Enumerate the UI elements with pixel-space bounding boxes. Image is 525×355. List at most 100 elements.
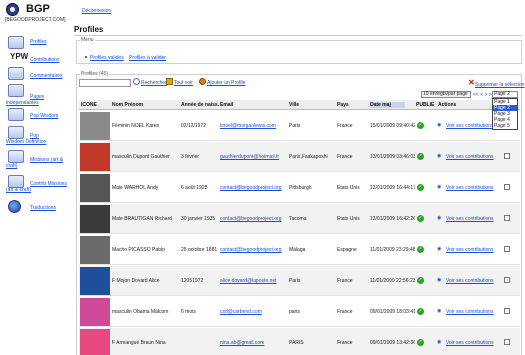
logout-link[interactable]: Déconnexion bbox=[82, 8, 111, 14]
birth-cell: 6 août 1928 bbox=[181, 185, 208, 191]
column-header-sorted[interactable]: Date maj bbox=[370, 102, 405, 108]
search-input[interactable] bbox=[79, 79, 131, 87]
country-cell: Etats Unis bbox=[337, 185, 360, 191]
column-header[interactable]: Année de naiss. bbox=[181, 102, 219, 108]
sidebar-item-label: Missions (art & craft) bbox=[6, 157, 64, 169]
city-cell: Paris,Faakaposhi bbox=[289, 154, 328, 160]
view-contributions-link[interactable]: Voir ses contributions bbox=[446, 123, 494, 129]
menu-item-to-validate[interactable]: Profiles à valider bbox=[129, 55, 166, 61]
delete-icon[interactable]: ✕ bbox=[468, 79, 475, 87]
birth-cell: 12051972 bbox=[181, 278, 204, 284]
email-link[interactable]: alice.dovard@laposte.net bbox=[220, 278, 286, 284]
comments-icon bbox=[8, 67, 24, 80]
country-cell: France bbox=[337, 278, 353, 284]
country-cell: France bbox=[337, 309, 353, 315]
published-check-icon[interactable]: ✓ bbox=[417, 184, 424, 191]
view-contributions-link[interactable]: Voir ses contributions bbox=[446, 247, 494, 253]
published-check-icon[interactable]: ✓ bbox=[417, 246, 424, 253]
birth-cell: 25 octobre 1881 bbox=[181, 247, 218, 253]
email-link[interactable]: contact@begoodproject.org bbox=[220, 247, 286, 253]
view-contributions-link[interactable]: Voir ses contributions bbox=[446, 185, 494, 191]
row-select-checkbox[interactable] bbox=[504, 246, 510, 252]
eye-icon[interactable]: ◉ bbox=[437, 184, 441, 190]
column-header[interactable]: PUBLIE bbox=[416, 102, 434, 108]
eye-icon[interactable]: ◉ bbox=[437, 246, 441, 252]
sidebar-item-label: Contributions bbox=[30, 57, 60, 63]
view-contributions-link[interactable]: Voir ses contributions bbox=[446, 278, 494, 284]
table-row: F Mojon Dovard Alice 12051972 alice.dovard… bbox=[79, 266, 520, 296]
row-select-checkbox[interactable] bbox=[504, 277, 510, 283]
column-header[interactable]: Pays bbox=[337, 102, 349, 108]
row-select-checkbox[interactable] bbox=[504, 153, 510, 159]
column-header[interactable]: ICONE bbox=[81, 102, 97, 108]
profile-thumbnail bbox=[80, 298, 110, 326]
eye-icon[interactable]: ◉ bbox=[437, 308, 441, 314]
add-icon[interactable] bbox=[199, 78, 206, 85]
published-check-icon[interactable]: ✓ bbox=[417, 122, 424, 129]
view-contributions-link[interactable]: Voir ses contributions bbox=[446, 154, 494, 160]
country-cell: France bbox=[337, 123, 353, 129]
globe-icon bbox=[8, 200, 21, 213]
city-cell: Tacoma bbox=[289, 216, 307, 222]
email-link[interactable]: contact@begoodproject.org bbox=[220, 216, 286, 222]
sidebar-item-label: Commentaires bbox=[30, 73, 63, 79]
published-check-icon[interactable]: ✓ bbox=[417, 215, 424, 222]
eye-icon[interactable]: ◉ bbox=[437, 277, 441, 283]
email-link[interactable]: csd@carbend.com bbox=[220, 309, 286, 315]
eye-icon[interactable]: ◉ bbox=[437, 215, 441, 221]
page-select[interactable]: Page 2 bbox=[492, 91, 518, 98]
email-link[interactable]: nina.ab@gmail.com bbox=[220, 340, 286, 346]
email-link[interactable]: contact@begoodproject.org bbox=[220, 185, 286, 191]
profile-thumbnail bbox=[80, 267, 110, 295]
profile-thumbnail bbox=[80, 112, 110, 140]
date-cell: 15/01/2009 09:40:42 bbox=[370, 123, 415, 129]
row-select-checkbox[interactable] bbox=[504, 339, 510, 345]
per-page-select[interactable]: 10 enregts/par page bbox=[421, 91, 471, 98]
birth-cell: 6 mois bbox=[181, 309, 196, 315]
profile-thumbnail bbox=[80, 174, 110, 202]
column-header[interactable]: Ville bbox=[289, 102, 299, 108]
menu-item-validated[interactable]: Profiles validés bbox=[90, 55, 124, 61]
delete-selection-button[interactable]: Supprimer la sélection bbox=[475, 82, 524, 88]
date-cell: 11/01/2009 22:56:23 bbox=[370, 278, 415, 284]
name-cell: Macho PICASSO Pablo bbox=[112, 247, 165, 253]
published-check-icon[interactable]: ✓ bbox=[417, 277, 424, 284]
profile-thumbnail bbox=[80, 236, 110, 264]
name-cell: masculin Dupont Gauthier bbox=[112, 154, 170, 160]
column-header[interactable]: Email bbox=[220, 102, 233, 108]
page-option[interactable]: Page 5 bbox=[493, 123, 517, 129]
brand-logo[interactable]: BGP [BEGOODPROJECT.COM] bbox=[2, 2, 72, 24]
eye-icon[interactable]: ◉ bbox=[437, 339, 441, 345]
sidebar-item-label: Contrib Missions (art & craft) bbox=[6, 181, 67, 193]
table-row: Male WARHOL Andy 6 août 1928 contact@begoo… bbox=[79, 173, 520, 203]
column-header[interactable]: Nom Prénom bbox=[112, 102, 143, 108]
view-contributions-link[interactable]: Voir ses contributions bbox=[446, 309, 494, 315]
name-cell: Male WARHOL Andy bbox=[112, 185, 159, 191]
page-dropdown[interactable]: Page 1 Page 2 Page 3 Page 4 Page 5 bbox=[492, 98, 518, 130]
email-link[interactable]: gauthierdupont@hotmail.fr bbox=[220, 154, 286, 160]
name-cell: Féminin NOEL Karen bbox=[112, 123, 160, 129]
view-contributions-link[interactable]: Voir ses contributions bbox=[446, 216, 494, 222]
column-header[interactable]: Actions bbox=[438, 102, 456, 108]
table-header: ICONE Nom Prénom Année de naiss. Email V… bbox=[79, 100, 520, 110]
eye-icon[interactable]: ◉ bbox=[437, 122, 441, 128]
search-button[interactable]: Rechercher bbox=[141, 80, 167, 86]
view-all-button[interactable]: Tout voir bbox=[174, 80, 193, 86]
row-select-checkbox[interactable] bbox=[504, 184, 510, 190]
view-all-icon[interactable] bbox=[166, 78, 173, 85]
published-check-icon[interactable]: ✓ bbox=[417, 308, 424, 315]
email-link[interactable]: knoel@morganlewis.com bbox=[220, 123, 286, 129]
eye-icon[interactable]: ◉ bbox=[437, 153, 441, 159]
bgp-logo-icon bbox=[6, 3, 19, 16]
bullet-icon bbox=[85, 56, 87, 58]
add-profile-button[interactable]: Ajouter un Profile bbox=[207, 80, 245, 86]
ypw-logo-icon: YPW bbox=[10, 52, 29, 61]
date-cell: 11/01/2009 23:29:48 bbox=[370, 247, 415, 253]
published-check-icon[interactable]: ✓ bbox=[417, 339, 424, 346]
view-contributions-link[interactable]: Voir ses contributions bbox=[446, 340, 494, 346]
published-check-icon[interactable]: ✓ bbox=[417, 153, 424, 160]
profile-thumbnail bbox=[80, 329, 110, 355]
row-select-checkbox[interactable] bbox=[504, 308, 510, 314]
search-icon[interactable] bbox=[133, 78, 140, 85]
row-select-checkbox[interactable] bbox=[504, 215, 510, 221]
